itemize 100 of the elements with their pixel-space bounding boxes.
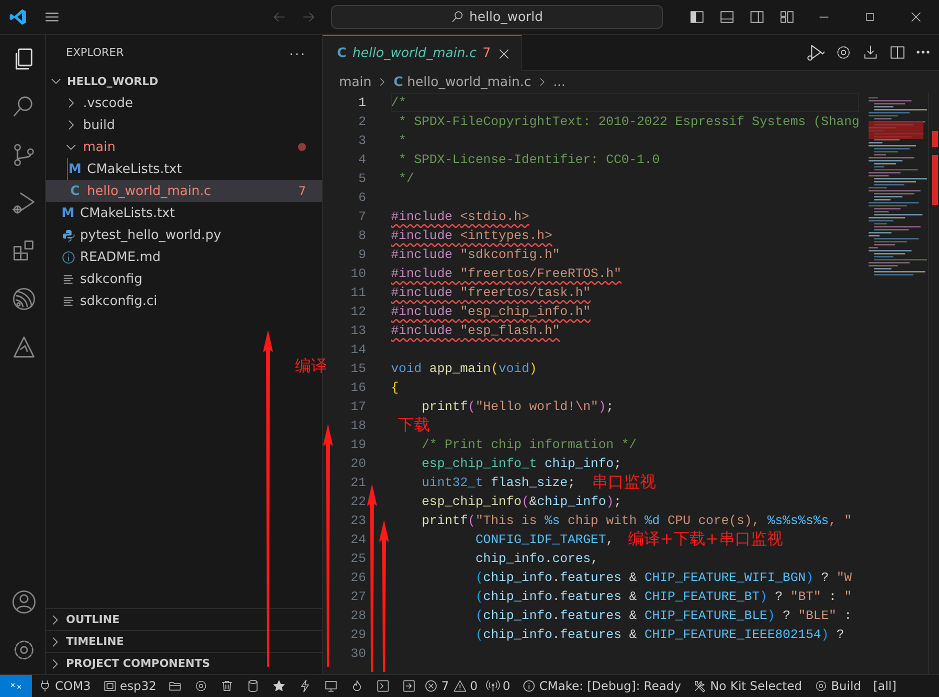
line-number: 16 [350,380,366,395]
annotation-label: 编译+下载+串口监视 [628,529,783,548]
file-type-icon: C [67,184,83,198]
file-item[interactable]: M CMakeLists.txt [46,158,322,180]
status-item[interactable]: 0 [450,675,480,697]
close-icon [909,10,923,24]
workspace-folder-header[interactable]: HELLO_WORLD [46,70,322,92]
status-item[interactable]: 0 [480,675,516,697]
code-line: * SPDX-License-Identifier: CC0-1.0 [398,152,660,167]
line-number: 26 [350,570,366,585]
tools-icon [693,679,708,693]
status-item[interactable]: COM3 [32,675,97,697]
file-item[interactable]: sdkconfig [46,268,322,290]
file-type-icon: C [337,46,347,61]
line-number: 12 [350,304,366,319]
minimize-icon [817,16,831,18]
editor-tab[interactable]: C hello_world_main.c 7 [323,35,522,71]
folder-icon [168,679,182,693]
status-item[interactable]: esp32 [96,675,162,697]
breadcrumb-item[interactable]: ... [553,74,566,90]
warning-icon [452,679,467,693]
download-icon [862,44,879,61]
folder-item[interactable]: main [46,136,322,158]
command-center-search[interactable]: hello_world [331,5,663,29]
file-item[interactable]: sdkconfig.ci [46,290,322,312]
breadcrumb-item[interactable]: C hello_world_main.c [393,74,532,90]
split-layout-icon [749,9,765,25]
line-number: 7 [357,209,366,224]
status-item[interactable]: 7 [422,675,451,697]
gear-icon [834,44,852,61]
antenna-icon [486,679,500,693]
code-line: (chip_info.features & CHIP_FEATURE_BT) ? "BT" : " [474,589,852,604]
file-item[interactable]: M CMakeLists.txt [46,202,322,224]
python-icon [60,228,76,242]
file-type-icon: M [67,162,83,176]
split-editor-icon [888,44,906,61]
line-number: 27 [350,589,366,604]
code-line: CONFIG_IDF_TARGET, [474,532,614,547]
code-line: (chip_info.features & CHIP_FEATURE_WIFI_BGN) ? "W [474,570,852,585]
line-number: 17 [350,399,366,414]
line-number: 2 [357,114,366,129]
line-number: 22 [350,494,366,509]
status-item[interactable]: Build [808,675,868,697]
more-actions-button[interactable]: ··· [283,44,312,62]
file-item[interactable]: README.md [46,246,322,268]
info-icon [522,679,536,693]
sidebar-title: EXPLORER [66,46,124,59]
line-number: 30 [350,646,366,661]
code-line: /* Print chip information */ [420,437,637,452]
error-icon [424,679,438,693]
close-icon[interactable] [496,46,511,60]
file-item[interactable]: pytest_hello_world.py [46,224,322,246]
folder-item[interactable]: .vscode [46,92,322,114]
line-number: 4 [357,152,366,167]
code-line: printf("This is %s chip with %d CPU core(s), %s%s%s%s, " [420,513,852,528]
trash-icon [220,679,234,693]
folder-item[interactable]: build [46,114,322,136]
database-icon [246,679,260,693]
code-line: #include "esp_flash.h" [391,323,560,338]
line-number: 5 [357,171,366,186]
monitor-icon [324,679,338,693]
code-line: (chip_info.features & CHIP_FEATURE_IEEE802154) ? [474,627,844,642]
line-number: 29 [350,627,366,642]
code-line: { [391,380,399,395]
file-type-icon: M [60,206,76,220]
line-number: 28 [350,608,366,623]
annotation-label: 下载 [398,415,430,434]
file-item[interactable]: C hello_world_main.c 7 [46,180,322,202]
breadcrumb-item[interactable]: main [339,74,372,90]
line-number: 8 [357,228,366,243]
code-line: * [398,133,406,148]
code-line: chip_info.cores, [474,551,598,566]
annotation-label: 编译 [295,356,327,375]
terminal-icon [376,679,390,693]
code-line: #include "freertos/task.h" [391,285,591,300]
line-number: 20 [350,456,366,471]
customize-layout-icon [779,9,795,25]
line-number: 19 [350,437,366,452]
line-number: 23 [350,513,366,528]
problem-dot-icon [298,143,306,151]
gear-icon [194,679,208,693]
code-line: esp_chip_info_t chip_info; [420,456,622,471]
code-line: esp_chip_info(&chip_info); [420,494,622,509]
run-dropdown-icon [804,42,825,62]
editor-logo-icon [9,7,28,27]
line-number: 13 [350,323,366,338]
line-number: 21 [350,475,366,490]
search-icon [451,10,466,24]
code-line: /* [391,95,406,110]
panel-layout-icon [719,9,735,25]
line-number: 15 [350,361,366,376]
status-item[interactable]: No Kit Selected [687,675,808,697]
code-line: #include "esp_chip_info.h" [391,304,591,319]
status-item[interactable]: [all] [867,675,902,697]
line-number: 3 [357,133,366,148]
status-item[interactable]: CMake: [Debug]: Ready [516,675,688,697]
code-line: #include "freertos/FreeRTOS.h" [391,266,622,281]
code-line: #include <stdio.h> [391,209,530,224]
line-number: 11 [350,285,366,300]
maximize-icon [864,11,876,23]
